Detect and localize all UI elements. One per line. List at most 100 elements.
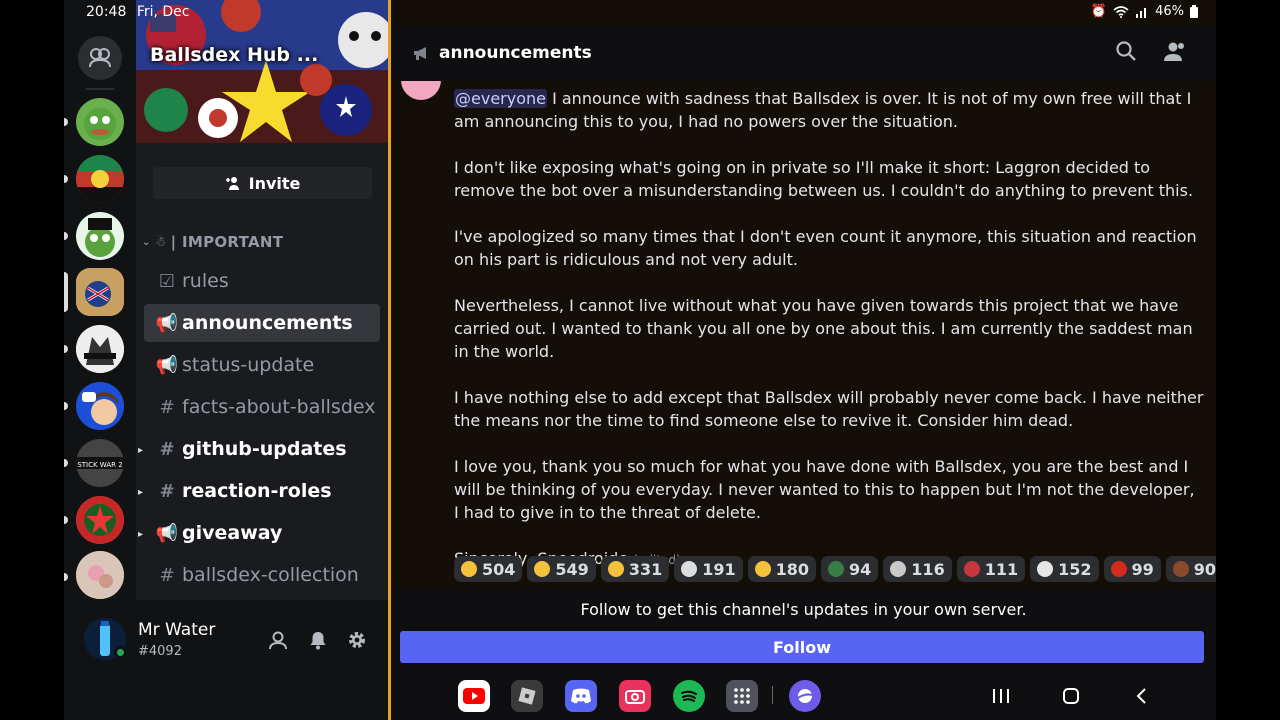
search-members-button[interactable] [266,628,290,652]
follow-button[interactable]: Follow [400,631,1204,663]
reaction-pill[interactable]: 504 [454,556,523,582]
add-user-icon [225,177,239,190]
server-icon[interactable] [76,551,124,599]
reaction-pill[interactable]: 94 [821,556,879,582]
reaction-emoji-icon [963,561,980,577]
username[interactable]: Mr Water [138,620,215,640]
youtube-app-icon[interactable] [458,680,490,712]
channel-name: giveaway [182,522,283,544]
channel-reaction-roles[interactable]: ▸ # reaction-roles [138,472,380,510]
reaction-pill[interactable]: 90 [1165,556,1216,582]
megaphone-icon: 📢 [155,354,179,376]
recent-apps-icon[interactable] [989,684,1013,708]
reaction-count: 99 [1131,559,1154,579]
battery-icon [1190,5,1198,18]
unread-pip [64,516,68,524]
category-important[interactable]: ⌄ ☃ | IMPORTANT [142,233,283,251]
server-name[interactable]: Ballsdex Hub ... [150,44,318,66]
server-icon[interactable] [76,98,124,146]
server-icon[interactable] [76,325,124,373]
server-icon[interactable] [76,155,124,203]
hash-icon: # [159,396,175,418]
selected-server-pip [64,272,68,312]
unread-pip [64,175,68,183]
unread-dot: ▸ [138,487,144,498]
hash-icon: # [159,564,175,586]
server-icon-ballsdex[interactable] [76,268,124,316]
settings-button[interactable] [345,628,369,652]
reaction-pill[interactable]: 152 [1030,556,1099,582]
camera-app-icon[interactable] [619,680,651,712]
reaction-emoji-icon [1037,561,1054,577]
browser-app-icon[interactable] [789,680,821,712]
search-button[interactable] [1115,40,1139,64]
server-icon[interactable]: STICK WAR 2 [76,439,124,487]
reaction-pill[interactable]: 191 [674,556,743,582]
signal-icon [1136,7,1147,18]
hash-icon: # [159,438,175,460]
unread-dot: ▸ [138,445,144,456]
unread-pip [64,118,68,126]
server-banner-image [136,0,388,143]
back-nav-icon[interactable] [1129,684,1153,708]
status-time: 20:48 Fri, Dec [86,4,189,20]
server-banner[interactable]: Ballsdex Hub ... [136,0,388,143]
discord-app: STICK WAR 2 Ballsdex Hub ... Invite ⌄ ☃ … [64,0,1216,720]
member-list-button[interactable] [1163,40,1187,64]
channel-github-updates[interactable]: ▸ # github-updates [138,430,380,468]
message-paragraph: I have nothing else to add except that B… [454,388,1204,430]
direct-messages-button[interactable] [78,36,122,80]
reaction-count: 116 [911,559,945,579]
channel-announcements[interactable]: 📢 announcements [144,304,380,342]
unread-pip [64,402,68,410]
reaction-emoji-icon [534,561,551,577]
app-drawer-icon[interactable] [726,680,758,712]
reaction-emoji-icon [828,561,845,577]
roblox-app-icon[interactable] [511,680,543,712]
channel-rules[interactable]: ☑ rules [144,262,380,300]
user-discriminator: #4092 [138,644,182,659]
channel-name: reaction-roles [182,480,332,502]
channel-name: facts-about-ballsdex [182,396,376,418]
reaction-emoji-icon [607,561,624,577]
reaction-emoji-icon [1172,561,1189,577]
server-icon[interactable] [76,382,124,430]
dock-divider [772,686,773,704]
home-nav-icon[interactable] [1059,684,1083,708]
channel-ballsdex-collection[interactable]: # ballsdex-collection [144,556,380,594]
reaction-pill[interactable]: 116 [883,556,952,582]
notifications-button[interactable] [306,628,330,652]
spotify-app-icon[interactable] [673,680,705,712]
search-icon [1116,41,1136,61]
server-icon[interactable] [76,496,124,544]
wifi-icon [1113,5,1129,18]
alarm-icon: ⏰ [1090,4,1108,19]
discord-app-icon[interactable] [565,680,597,712]
channel-title[interactable]: announcements [439,43,592,63]
reaction-emoji-icon [754,561,771,577]
reaction-pill[interactable]: 331 [600,556,670,582]
announcement-message: @everyone I announce with sadness that B… [454,87,1204,595]
reaction-pill[interactable]: 99 [1103,556,1161,582]
reaction-count: 90 [1193,559,1216,579]
online-status-icon [114,646,127,659]
channel-status-update[interactable]: 📢 status-update [144,346,380,384]
reaction-pill[interactable]: 180 [747,556,817,582]
search-user-icon [269,631,287,650]
server-icon[interactable] [76,212,124,260]
reaction-pill[interactable]: 111 [956,556,1026,582]
rail-separator [86,88,114,90]
channel-facts-about-ballsdex[interactable]: # facts-about-ballsdex [144,388,380,426]
unread-pip [64,573,68,581]
members-icon [1164,42,1184,61]
reaction-count: 180 [775,559,810,579]
reaction-emoji-icon [461,561,477,577]
message-paragraph: Nevertheless, I cannot live without what… [454,296,1193,361]
unread-pip [64,232,68,240]
channel-giveaway[interactable]: ▸ 📢 giveaway [138,514,380,552]
invite-button[interactable]: Invite [153,167,372,199]
everyone-mention[interactable]: @everyone [454,89,547,108]
reaction-pill[interactable]: 549 [527,556,596,582]
message-paragraph: I announce with sadness that Ballsdex is… [454,89,1192,131]
user-panel [64,600,388,720]
